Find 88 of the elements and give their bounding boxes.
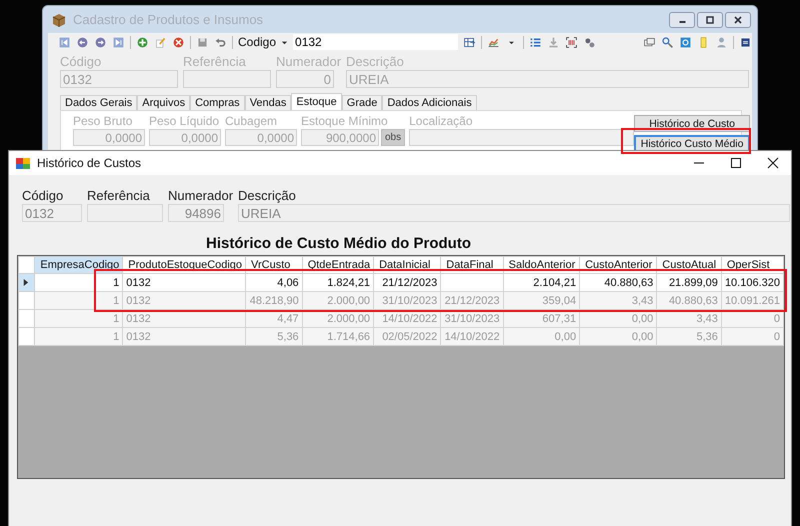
field-label: Código bbox=[60, 54, 102, 70]
field-label: Código bbox=[22, 188, 64, 204]
save-icon[interactable] bbox=[196, 36, 209, 48]
table-cell: 0 bbox=[721, 328, 784, 346]
table-cell: 4,06 bbox=[246, 274, 302, 292]
last-icon[interactable] bbox=[112, 36, 125, 48]
app-icon bbox=[15, 155, 31, 171]
tab[interactable]: Estoque bbox=[291, 93, 342, 110]
table-cell: 0132 bbox=[122, 328, 246, 346]
table-cell: 5,36 bbox=[656, 328, 722, 346]
caret-icon[interactable] bbox=[281, 38, 288, 46]
table-cell: 1.824,21 bbox=[302, 274, 374, 292]
undo-icon[interactable] bbox=[214, 36, 227, 48]
field-label: Descrição bbox=[238, 188, 297, 204]
table-cell: 2.104,21 bbox=[503, 274, 580, 292]
tab[interactable]: Arquivos bbox=[137, 95, 190, 110]
list-icon[interactable] bbox=[529, 36, 542, 48]
table-cell: 40.880,63 bbox=[580, 274, 657, 292]
table-cell: 21.899,09 bbox=[656, 274, 722, 292]
field-label: Cubagem bbox=[225, 114, 278, 129]
table-cell: 1 bbox=[34, 328, 123, 346]
field-label: Peso Líquido bbox=[149, 114, 220, 129]
tab[interactable]: Dados Adicionais bbox=[382, 95, 477, 110]
table-cell: 1 bbox=[34, 292, 123, 310]
field-label: Referência bbox=[183, 54, 247, 70]
table-cell: 48.218,90 bbox=[246, 292, 302, 310]
text-field[interactable] bbox=[87, 204, 163, 222]
table-heading: Histórico de Custo Médio do Produto bbox=[206, 235, 472, 253]
table-cell: 10.106.320 bbox=[721, 274, 784, 292]
add-icon[interactable] bbox=[136, 36, 149, 48]
search-icon[interactable] bbox=[661, 36, 674, 48]
table-cell: 3,43 bbox=[580, 292, 657, 310]
table-cell: 0132 bbox=[122, 292, 246, 310]
maximize-icon[interactable] bbox=[730, 157, 742, 169]
table-cell: 14/10/2022 bbox=[440, 328, 504, 346]
delete-icon[interactable] bbox=[172, 36, 185, 48]
tab[interactable]: Vendas bbox=[244, 95, 292, 110]
close-button[interactable] bbox=[725, 12, 751, 28]
previous-icon[interactable] bbox=[76, 36, 89, 48]
field-label: Referência bbox=[87, 188, 151, 204]
field-label: Descrição bbox=[346, 54, 405, 70]
table-cell: 02/05/2022 bbox=[374, 328, 441, 346]
edit-icon[interactable] bbox=[154, 36, 167, 48]
grid-export-icon[interactable] bbox=[463, 36, 476, 48]
field-label: Numerador bbox=[168, 188, 234, 204]
close-icon[interactable] bbox=[767, 157, 779, 169]
table-cell: 2.000,00 bbox=[302, 292, 374, 310]
field-label: Numerador bbox=[276, 54, 342, 70]
table-cell: 0132 bbox=[122, 274, 246, 292]
minimize-button[interactable] bbox=[669, 12, 695, 28]
field-label: Localização bbox=[409, 114, 474, 129]
text-field[interactable] bbox=[183, 70, 271, 88]
table-cell: 0,00 bbox=[503, 328, 580, 346]
table-cell: 21/12/2023 bbox=[374, 274, 441, 292]
tab[interactable]: Grade bbox=[342, 95, 382, 110]
box-icon bbox=[51, 12, 67, 28]
table-cell: 40.880,63 bbox=[656, 292, 722, 310]
tab[interactable]: Dados Gerais bbox=[60, 95, 138, 110]
close-icon bbox=[733, 14, 743, 24]
column-header[interactable]: EmpresaCodigo bbox=[34, 256, 123, 274]
windows-icon[interactable] bbox=[643, 36, 656, 48]
search-field[interactable]: 0132 bbox=[293, 34, 458, 50]
table-cell: 5,36 bbox=[246, 328, 302, 346]
tab[interactable]: Compras bbox=[190, 95, 245, 110]
table-cell: 1.714,66 bbox=[302, 328, 374, 346]
table-cell: 0,00 bbox=[580, 328, 657, 346]
table-cell: 31/10/2023 bbox=[374, 292, 441, 310]
table-cell bbox=[440, 274, 504, 292]
text-field[interactable] bbox=[409, 129, 634, 146]
minimize-icon bbox=[678, 21, 686, 23]
row-header[interactable] bbox=[18, 274, 35, 292]
field-label: Peso Bruto bbox=[73, 114, 134, 129]
table-cell: 21/12/2023 bbox=[440, 292, 504, 310]
obs-button[interactable]: obs bbox=[381, 129, 406, 146]
scan-icon[interactable] bbox=[565, 36, 578, 48]
row-pointer-icon bbox=[22, 279, 29, 286]
table-cell: 1 bbox=[34, 310, 123, 328]
field-label: Estoque Mínimo bbox=[301, 114, 389, 129]
maximize-button[interactable] bbox=[697, 12, 723, 28]
table-cell: 1 bbox=[34, 274, 123, 292]
table-cell: 359,04 bbox=[503, 292, 580, 310]
first-icon[interactable] bbox=[58, 36, 71, 48]
window-title: Histórico de Custos bbox=[37, 156, 142, 170]
row-header bbox=[18, 256, 35, 274]
field-selector[interactable]: Codigo bbox=[238, 35, 276, 49]
next-icon[interactable] bbox=[94, 36, 107, 48]
table-cell: 10.091.261 bbox=[721, 292, 784, 310]
maximize-icon bbox=[705, 14, 715, 24]
